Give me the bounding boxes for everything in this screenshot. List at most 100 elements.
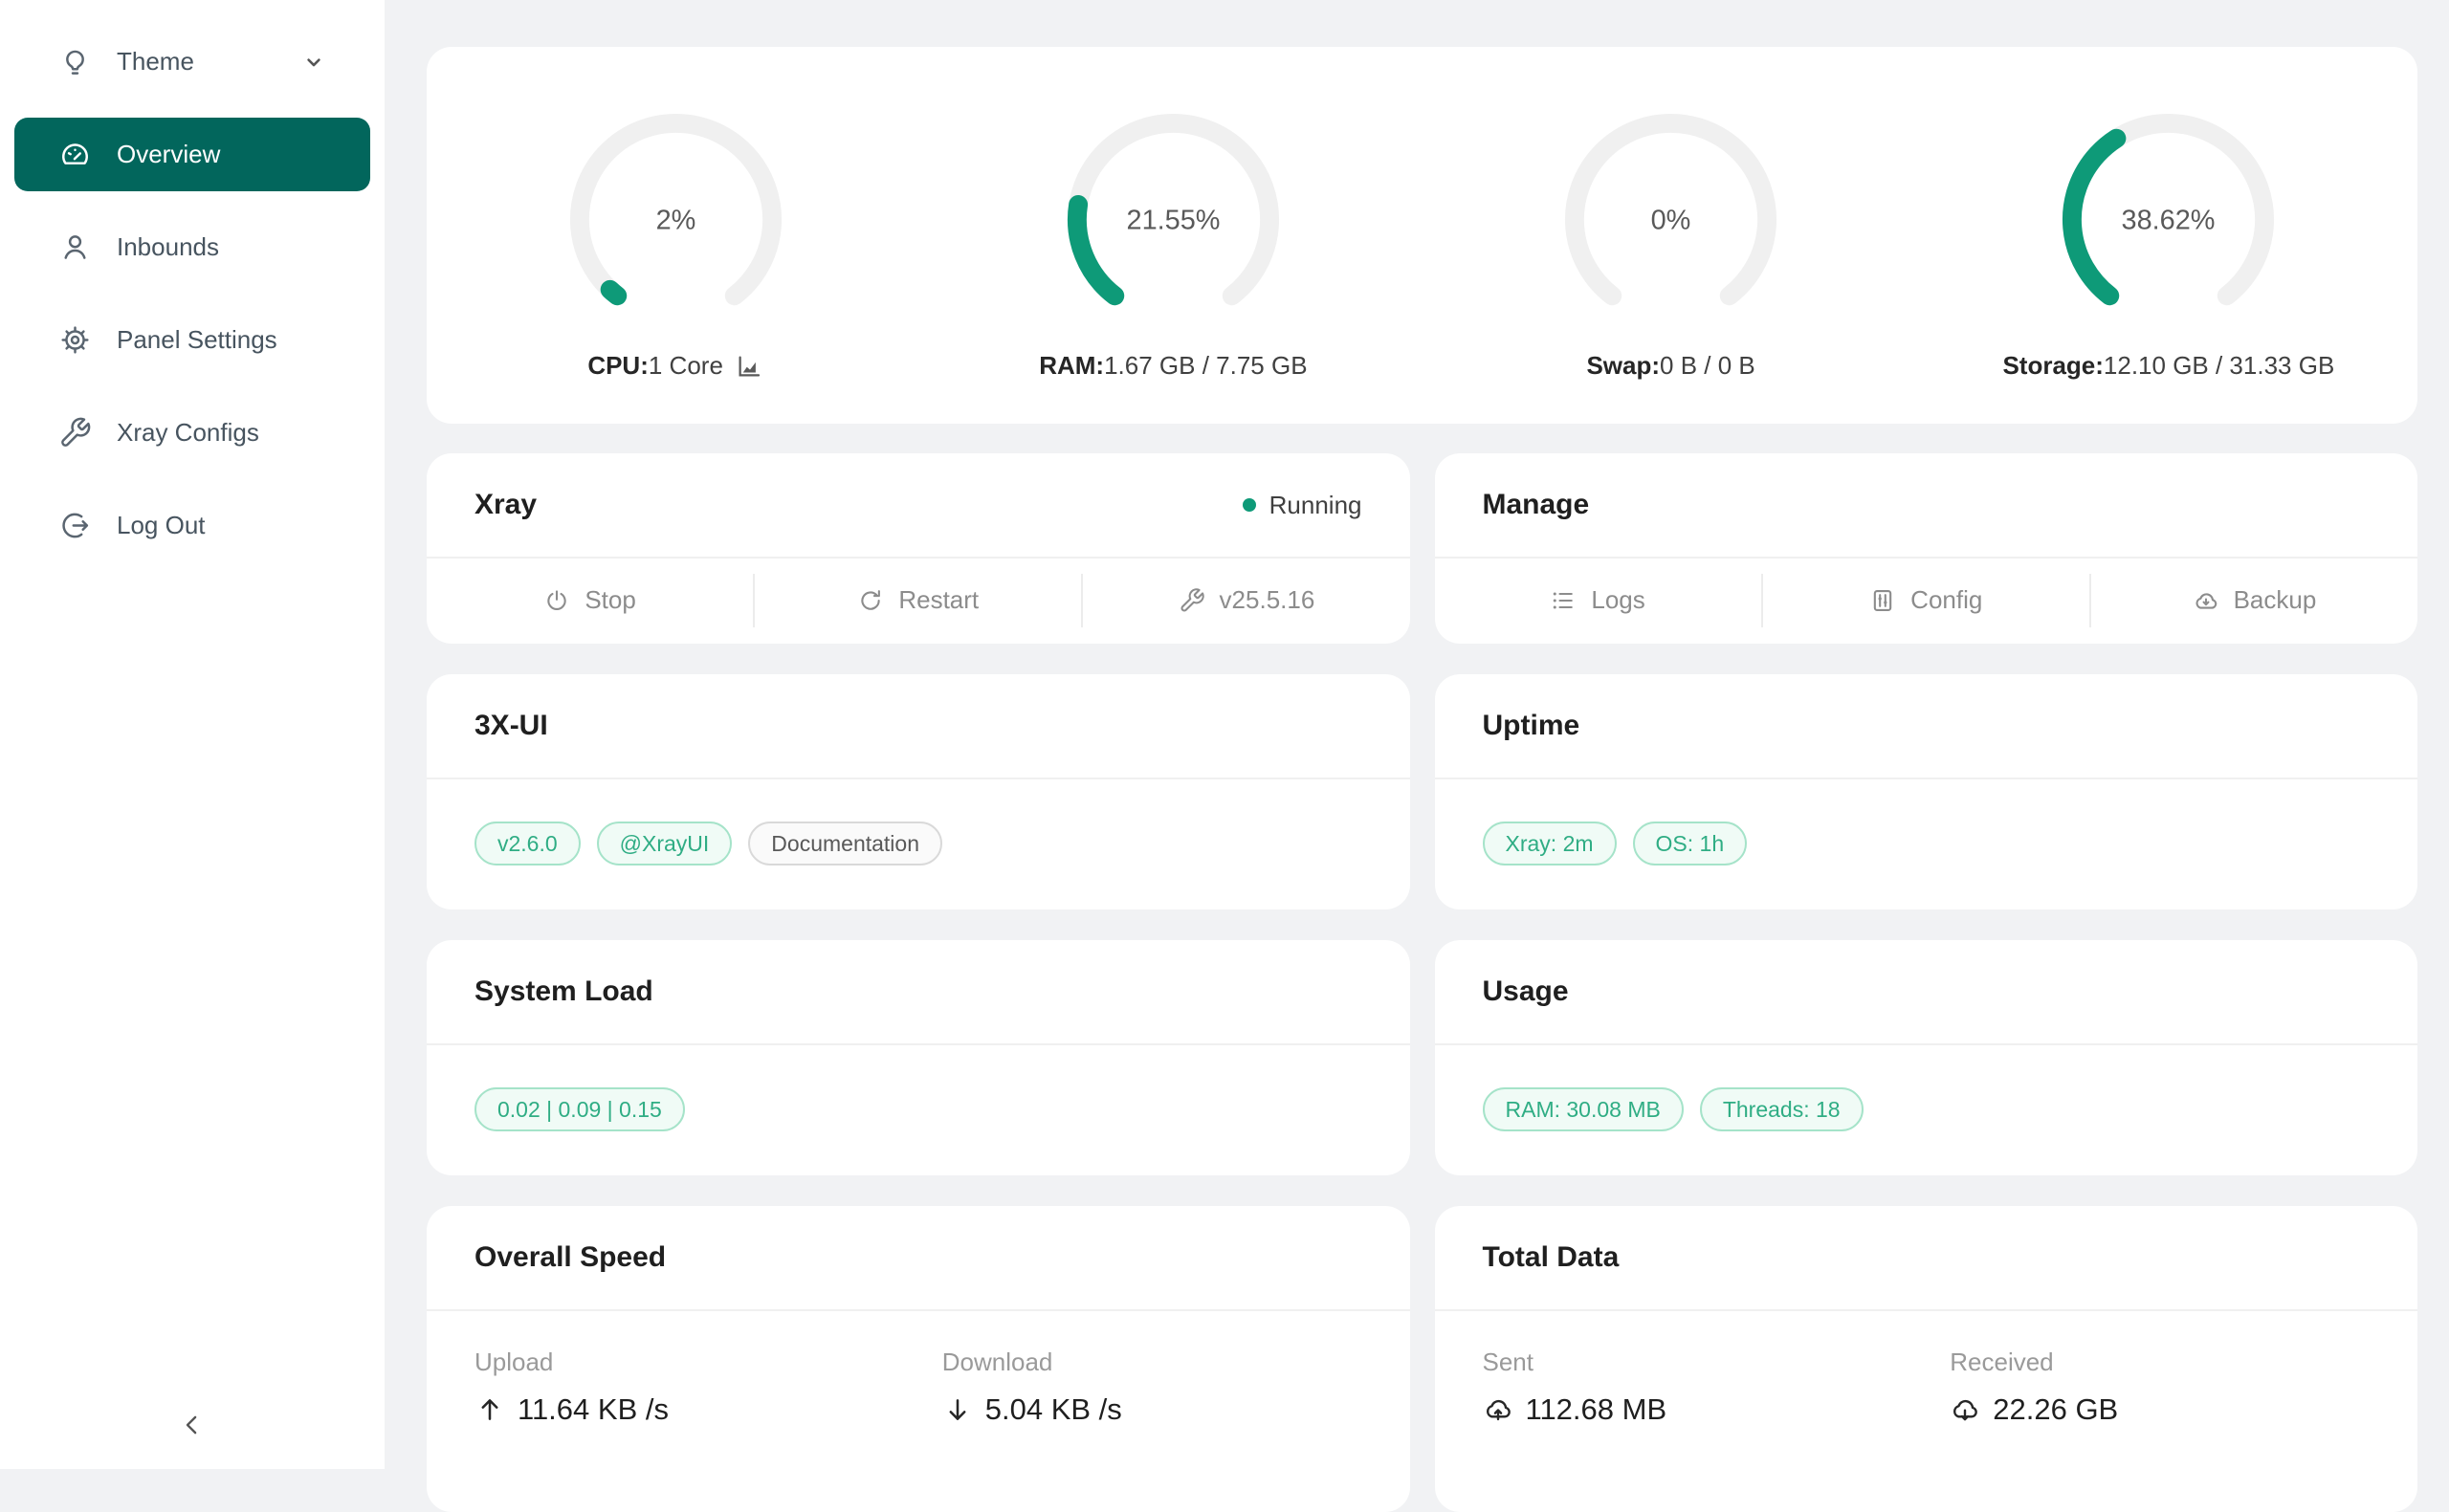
os-uptime-tag: OS: 1h bbox=[1633, 822, 1748, 866]
card-title: Total Data bbox=[1483, 1241, 1620, 1274]
system-load-tags: 0.02 | 0.09 | 0.15 bbox=[427, 1045, 1410, 1173]
user-icon bbox=[58, 230, 92, 264]
restart-button[interactable]: Restart bbox=[755, 559, 1081, 642]
card-title: Overall Speed bbox=[474, 1241, 666, 1274]
dashboard-icon bbox=[58, 138, 92, 171]
card-title: Xray bbox=[474, 489, 537, 521]
cloud-download-icon bbox=[2193, 587, 2219, 614]
swap-gauge: 0% Swap: 0 B / 0 B bbox=[1423, 90, 1920, 381]
config-button[interactable]: Config bbox=[1763, 559, 2089, 642]
power-icon bbox=[543, 587, 570, 614]
sent-stat: Sent 112.68 MB bbox=[1483, 1348, 1951, 1427]
sidebar-item-label: Inbounds bbox=[117, 232, 219, 262]
ram-gauge: 21.55% RAM: 1.67 GB / 7.75 GB bbox=[924, 90, 1422, 381]
total-data-card-header: Total Data bbox=[1435, 1206, 2418, 1311]
logout-icon bbox=[58, 509, 92, 542]
gauge-ring: 2% bbox=[560, 103, 792, 336]
xray-version-button[interactable]: v25.5.16 bbox=[1083, 559, 1409, 642]
total-data-card: Total Data Sent 112.68 MB bbox=[1435, 1206, 2418, 1512]
main-content: 2% CPU: 1 Core 21.55% RAM: 1.67 GB / 7. bbox=[385, 0, 2449, 1469]
received-stat: Received 22.26 GB bbox=[1950, 1348, 2417, 1427]
xray-actions: Stop Restart bbox=[427, 559, 1410, 642]
ram-usage-tag: RAM: 30.08 MB bbox=[1483, 1087, 1684, 1131]
upload-stat: Upload 11.64 KB /s bbox=[474, 1348, 942, 1427]
gauge-percent: 21.55% bbox=[1126, 205, 1220, 235]
restart-icon bbox=[857, 587, 884, 614]
system-load-card-header: System Load bbox=[427, 940, 1410, 1045]
card-title: Uptime bbox=[1483, 710, 1580, 742]
wrench-icon bbox=[1179, 587, 1205, 614]
sidebar-item-label: Overview bbox=[117, 140, 220, 169]
documentation-tag[interactable]: Documentation bbox=[748, 822, 942, 866]
system-gauges-card: 2% CPU: 1 Core 21.55% RAM: 1.67 GB / 7. bbox=[427, 47, 2417, 424]
gauge-label: Swap: 0 B / 0 B bbox=[1586, 351, 1754, 381]
sidebar-item-overview[interactable]: Overview bbox=[14, 118, 370, 191]
logs-button[interactable]: Logs bbox=[1435, 559, 1761, 642]
gauge-percent: 38.62% bbox=[2122, 205, 2216, 235]
xui-card-header: 3X-UI bbox=[427, 674, 1410, 779]
manage-card-header: Manage bbox=[1435, 453, 2418, 559]
gauge-label: CPU: 1 Core bbox=[587, 351, 763, 381]
sidebar-item-label: Log Out bbox=[117, 511, 206, 540]
xrayui-tag[interactable]: @XrayUI bbox=[597, 822, 733, 866]
chevron-left-icon bbox=[178, 1411, 207, 1439]
load-average-tag: 0.02 | 0.09 | 0.15 bbox=[474, 1087, 685, 1131]
uptime-card-header: Uptime bbox=[1435, 674, 2418, 779]
status-dot bbox=[1243, 498, 1256, 512]
sidebar-item-label: Xray Configs bbox=[117, 418, 259, 448]
lightbulb-icon bbox=[58, 45, 92, 78]
gauge-label: RAM: 1.67 GB / 7.75 GB bbox=[1039, 351, 1307, 381]
xray-card: Xray Running Stop bbox=[427, 453, 1410, 644]
version-tag[interactable]: v2.6.0 bbox=[474, 822, 581, 866]
sidebar-item-theme[interactable]: Theme bbox=[14, 25, 370, 99]
sidebar-item-label: Theme bbox=[117, 47, 194, 77]
gear-icon bbox=[58, 323, 92, 357]
gauge-label: Storage: 12.10 GB / 31.33 GB bbox=[2002, 351, 2334, 381]
sidebar-item-inbounds[interactable]: Inbounds bbox=[14, 210, 370, 284]
xray-status: Running bbox=[1243, 491, 1362, 520]
threads-tag: Threads: 18 bbox=[1700, 1087, 1864, 1131]
arrow-down-icon bbox=[942, 1394, 973, 1425]
gauge-ring: 38.62% bbox=[2052, 103, 2284, 336]
manage-card: Manage Logs bbox=[1435, 453, 2418, 644]
sidebar: Theme Overview bbox=[0, 0, 385, 1469]
cpu-gauge: 2% CPU: 1 Core bbox=[427, 90, 924, 381]
sidebar-item-panel-settings[interactable]: Panel Settings bbox=[14, 303, 370, 377]
card-title: Usage bbox=[1483, 975, 1569, 1008]
total-data-stats: Sent 112.68 MB Received bbox=[1435, 1311, 2418, 1427]
cloud-upload-icon bbox=[1483, 1394, 1513, 1425]
wrench-icon bbox=[58, 416, 92, 449]
cloud-download-icon bbox=[1950, 1394, 1980, 1425]
storage-gauge: 38.62% Storage: 12.10 GB / 31.33 GB bbox=[1920, 90, 2417, 381]
usage-tags: RAM: 30.08 MB Threads: 18 bbox=[1435, 1045, 2418, 1173]
xui-card: 3X-UI v2.6.0 @XrayUI Documentation bbox=[427, 674, 1410, 909]
gauge-percent: 2% bbox=[655, 205, 695, 235]
xray-uptime-tag: Xray: 2m bbox=[1483, 822, 1617, 866]
chevron-down-icon[interactable] bbox=[301, 50, 326, 75]
card-title: 3X-UI bbox=[474, 710, 548, 742]
uptime-card: Uptime Xray: 2m OS: 1h bbox=[1435, 674, 2418, 909]
status-label: Running bbox=[1269, 491, 1362, 520]
sidebar-item-label: Panel Settings bbox=[117, 325, 277, 355]
card-title: System Load bbox=[474, 975, 653, 1008]
overall-speed-card: Overall Speed Upload 11.64 KB /s bbox=[427, 1206, 1410, 1512]
stop-button[interactable]: Stop bbox=[427, 559, 753, 642]
sidebar-nav: Theme Overview bbox=[0, 0, 385, 562]
overall-speed-stats: Upload 11.64 KB /s Download bbox=[427, 1311, 1410, 1427]
usage-card-header: Usage bbox=[1435, 940, 2418, 1045]
overall-speed-card-header: Overall Speed bbox=[427, 1206, 1410, 1311]
sidebar-item-xray-configs[interactable]: Xray Configs bbox=[14, 396, 370, 470]
area-chart-icon[interactable] bbox=[735, 352, 763, 381]
backup-button[interactable]: Backup bbox=[2091, 559, 2417, 642]
card-title: Manage bbox=[1483, 489, 1590, 521]
system-load-card: System Load 0.02 | 0.09 | 0.15 bbox=[427, 940, 1410, 1175]
list-icon bbox=[1550, 587, 1577, 614]
xui-tags: v2.6.0 @XrayUI Documentation bbox=[427, 779, 1410, 908]
sidebar-item-log-out[interactable]: Log Out bbox=[14, 489, 370, 562]
usage-card: Usage RAM: 30.08 MB Threads: 18 bbox=[1435, 940, 2418, 1175]
gauge-ring: 0% bbox=[1555, 103, 1787, 336]
sidebar-collapse-button[interactable] bbox=[164, 1396, 221, 1454]
download-stat: Download 5.04 KB /s bbox=[942, 1348, 1410, 1427]
gauge-ring: 21.55% bbox=[1057, 103, 1290, 336]
uptime-tags: Xray: 2m OS: 1h bbox=[1435, 779, 2418, 908]
